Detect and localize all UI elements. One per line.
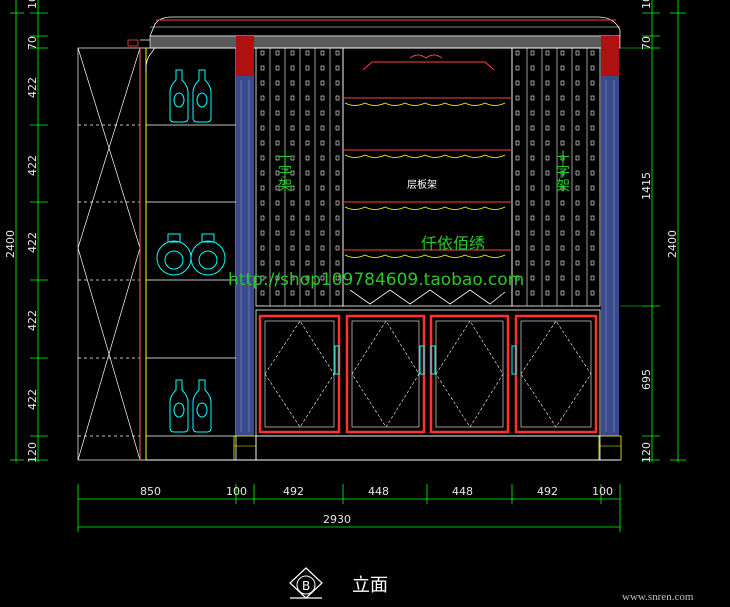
- cornice: [149, 16, 621, 49]
- right-dim-3: 1415: [640, 172, 653, 200]
- cad-elevation-drawing: 十字架 十字架 层板架 仟依佰绣 http://shop109784609.ta…: [4, 0, 694, 603]
- left-dim-6: 422: [26, 310, 39, 331]
- center-shelf-label: 层板架: [407, 178, 437, 191]
- bottom-dim-5: 448: [452, 485, 473, 498]
- bottom-dim-7: 100: [592, 485, 613, 498]
- cabinet-door: [429, 314, 510, 434]
- bottom-dim-6: 492: [537, 485, 558, 498]
- cabinet-door: [514, 314, 598, 434]
- watermark-url: http://shop109784609.taobao.com: [228, 270, 524, 290]
- right-dim-total: 2400: [666, 230, 679, 258]
- left-dim-5: 422: [26, 232, 39, 253]
- open-shelf-unit: [127, 39, 237, 461]
- bottom-dim-total: 2930: [323, 513, 351, 526]
- right-dimension-labels: 100 70 1415 695 120 2400: [640, 0, 679, 463]
- bottle-icon: [169, 69, 212, 123]
- left-wine-rack: [255, 47, 344, 307]
- center-shelf-rack: [342, 47, 513, 307]
- bottom-dim-4: 448: [368, 485, 389, 498]
- right-dim-4: 695: [640, 369, 653, 390]
- cabinet-door: [258, 314, 341, 434]
- left-rack-label: 十字架: [276, 150, 292, 192]
- bottom-dim-1: 850: [140, 485, 161, 498]
- left-column: [233, 36, 257, 461]
- right-dim-5: 120: [640, 442, 653, 463]
- site-mark: www.snren.com: [622, 591, 694, 603]
- round-jar-icon: [156, 233, 226, 276]
- left-x-brace-panel: [77, 47, 141, 461]
- section-marker-letter: B: [302, 579, 310, 593]
- left-dim-3: 422: [26, 77, 39, 98]
- cabinet-base: [146, 309, 620, 461]
- right-dim-2: 70: [640, 36, 653, 50]
- left-dim-8: 120: [26, 442, 39, 463]
- right-dim-1: 100: [640, 0, 653, 9]
- overlay-brand-text: 仟依佰绣: [421, 234, 485, 253]
- left-dim-2: 70: [26, 36, 39, 50]
- left-dim-7: 422: [26, 389, 39, 410]
- bottom-dim-3: 492: [283, 485, 304, 498]
- bottom-dimension-labels: 850 100 492 448 448 492 100 2930: [140, 485, 613, 526]
- left-dim-total: 2400: [4, 230, 17, 258]
- door-handle-icon: [334, 345, 517, 375]
- cabinet-door: [345, 314, 426, 434]
- left-dim-1: 100: [26, 0, 39, 9]
- right-rack-label: 十字架: [554, 150, 570, 192]
- view-title: 立面: [352, 575, 388, 596]
- bottom-dim-2: 100: [226, 485, 247, 498]
- right-column: [598, 36, 622, 461]
- bottle-icon: [169, 379, 212, 433]
- left-dim-4: 422: [26, 155, 39, 176]
- left-dimension-labels: 100 70 422 422 422 422 422 120 2400: [4, 0, 39, 463]
